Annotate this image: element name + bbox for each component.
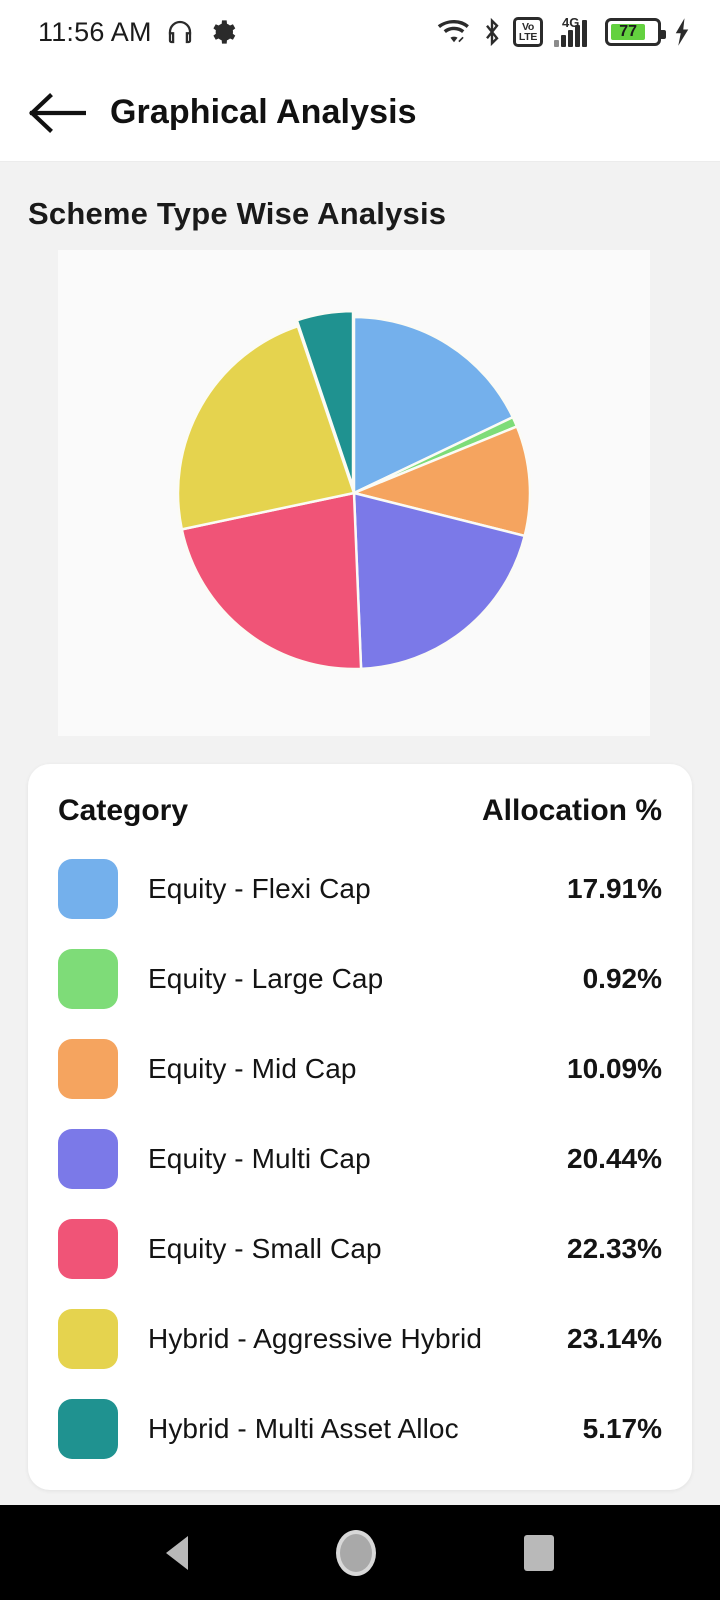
table-body: Equity - Flexi Cap 17.91% Equity - Large C… xyxy=(28,844,692,1474)
app-bar: Graphical Analysis xyxy=(0,64,720,162)
signal-icon: 4G xyxy=(554,15,594,47)
table-header-allocation: Allocation % xyxy=(481,794,662,827)
page-title: Graphical Analysis xyxy=(110,93,417,131)
bluetooth-icon xyxy=(482,17,502,47)
nav-back-triangle-icon[interactable] xyxy=(166,1535,188,1570)
category-label: Equity - Flexi Cap xyxy=(148,873,371,904)
table-header-row: Category Allocation % xyxy=(28,764,692,844)
table-header-category: Category xyxy=(58,794,189,827)
battery-percent-label: 77 xyxy=(611,23,646,40)
wifi-icon xyxy=(437,18,471,46)
section-title: Scheme Type Wise Analysis xyxy=(28,196,447,231)
table-row[interactable]: Equity - Mid Cap 10.09% xyxy=(28,1024,692,1114)
nav-home-circle-icon[interactable] xyxy=(336,1529,376,1576)
charging-bolt-icon xyxy=(672,17,692,47)
allocation-value: 20.44% xyxy=(567,1143,662,1174)
gear-icon xyxy=(208,18,236,46)
allocation-value: 5.17% xyxy=(582,1413,662,1444)
table-row[interactable]: Equity - Large Cap 0.92% xyxy=(28,934,692,1024)
legend-color-swatch xyxy=(58,1399,118,1459)
legend-color-swatch xyxy=(58,859,118,919)
status-bar-left: 11:56 AM xyxy=(38,17,236,48)
legend-color-swatch xyxy=(58,949,118,1009)
pie-chart[interactable] xyxy=(169,308,539,678)
table-row[interactable]: Equity - Small Cap 22.33% xyxy=(28,1204,692,1294)
category-label: Equity - Large Cap xyxy=(148,963,384,994)
volte-icon: Vo LTE xyxy=(513,17,543,47)
pie-chart-container xyxy=(58,250,650,736)
legend-color-swatch xyxy=(58,1309,118,1369)
status-bar-right: Vo LTE 4G 77 xyxy=(437,15,692,47)
allocation-value: 0.92% xyxy=(582,963,662,994)
category-label: Hybrid - Multi Asset Alloc xyxy=(148,1413,459,1444)
allocation-table-card: Category Allocation % Equity - Flexi Cap… xyxy=(28,764,692,1490)
allocation-value: 22.33% xyxy=(567,1233,662,1264)
headphone-icon xyxy=(165,17,195,47)
nav-recent-square-icon[interactable] xyxy=(524,1534,554,1571)
legend-color-swatch xyxy=(58,1039,118,1099)
status-bar: 11:56 AM Vo LTE 4G 77 xyxy=(0,0,720,64)
category-label: Equity - Small Cap xyxy=(148,1233,382,1264)
category-label: Equity - Mid Cap xyxy=(148,1053,357,1084)
battery-icon: 77 xyxy=(605,18,666,46)
volte-bottom: LTE xyxy=(518,31,538,43)
table-row[interactable]: Equity - Flexi Cap 17.91% xyxy=(28,844,692,934)
category-label: Equity - Multi Cap xyxy=(148,1143,371,1174)
table-row[interactable]: Hybrid - Multi Asset Alloc 5.17% xyxy=(28,1384,692,1474)
allocation-value: 17.91% xyxy=(567,873,662,904)
allocation-value: 10.09% xyxy=(567,1053,662,1084)
legend-color-swatch xyxy=(58,1219,118,1279)
phone-screen: 11:56 AM Vo LTE 4G 77 Graphical Analysis… xyxy=(0,0,720,1600)
table-row[interactable]: Hybrid - Aggressive Hybrid 23.14% xyxy=(28,1294,692,1384)
network-type-label: 4G xyxy=(562,15,580,30)
system-navigation-bar xyxy=(0,1505,720,1600)
scroll-body[interactable]: Scheme Type Wise Analysis Category Alloc… xyxy=(0,162,720,1600)
allocation-value: 23.14% xyxy=(567,1323,662,1354)
category-label: Hybrid - Aggressive Hybrid xyxy=(148,1323,483,1354)
legend-color-swatch xyxy=(58,1129,118,1189)
status-time: 11:56 AM xyxy=(38,16,152,47)
table-row[interactable]: Equity - Multi Cap 20.44% xyxy=(28,1114,692,1204)
back-arrow-icon[interactable] xyxy=(26,82,88,144)
